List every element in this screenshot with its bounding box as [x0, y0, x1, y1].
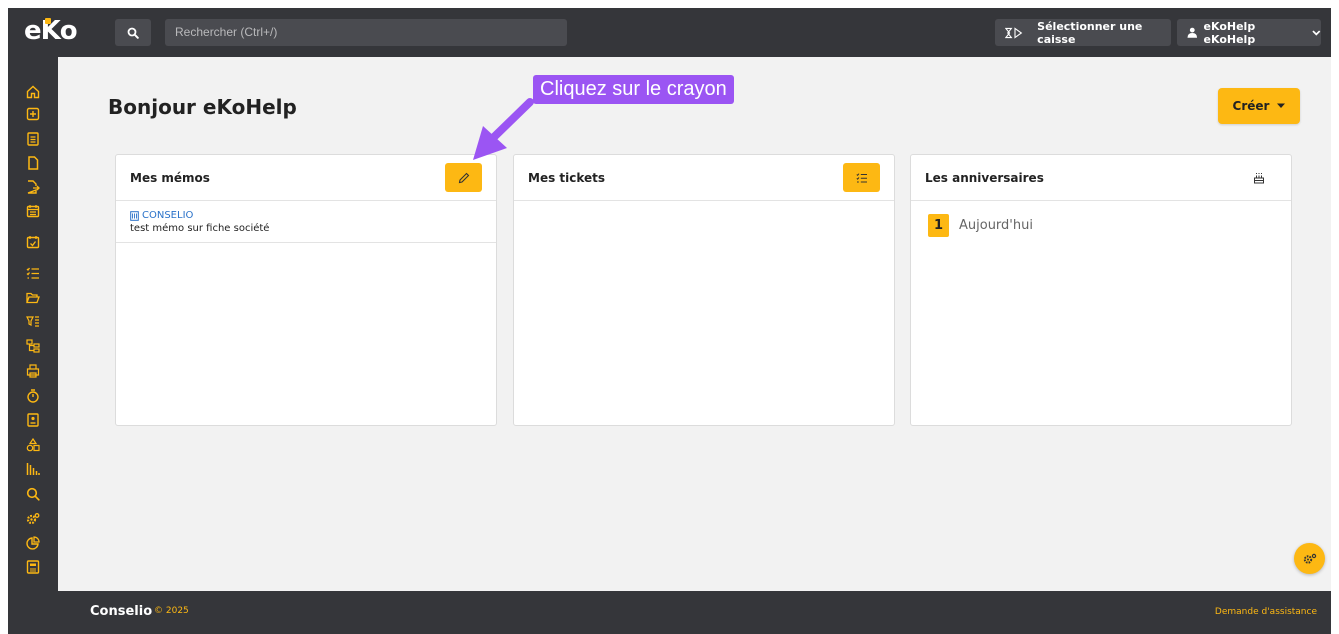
page-title: Bonjour eKoHelp [108, 95, 297, 119]
user-icon [1187, 27, 1198, 38]
birthdays-panel-header: Les anniversaires [911, 155, 1291, 201]
sidebar-item-filters[interactable] [25, 314, 41, 330]
callout-arrow-icon [473, 98, 534, 160]
calculator-icon [26, 560, 40, 574]
search-icon [26, 487, 40, 501]
sidebar-item-shapes[interactable] [25, 437, 41, 453]
tickets-panel: Mes tickets [513, 154, 895, 426]
app-window: eKo Rechercher (Ctrl+/) Sélectionner une… [8, 8, 1331, 634]
footer: Conselio © 2025 Demande d'assistance [58, 591, 1331, 634]
folder-open-icon [26, 292, 40, 304]
footer-brand: Conselio [90, 604, 153, 619]
sidebar-item-file[interactable] [25, 155, 41, 171]
sidebar-item-calendar[interactable] [25, 203, 41, 219]
sidebar-item-documents[interactable] [25, 131, 41, 147]
filter-list-icon [26, 316, 39, 327]
search-input[interactable]: Rechercher (Ctrl+/) [165, 19, 567, 46]
sidebar-item-tasks[interactable] [25, 265, 41, 281]
sidebar-item-settings[interactable] [25, 511, 41, 527]
birthday-cake-button[interactable] [1240, 163, 1277, 192]
tickets-list-button[interactable] [843, 163, 880, 192]
create-button-label: Créer [1232, 99, 1270, 113]
chevron-down-icon [1312, 30, 1321, 36]
tickets-panel-header: Mes tickets [514, 155, 894, 201]
file-export-icon [27, 180, 40, 194]
sidebar-item-search[interactable] [25, 486, 41, 502]
sidebar-item-calculator[interactable] [25, 559, 41, 575]
printer-icon [26, 364, 40, 378]
search-button[interactable] [115, 19, 151, 46]
birthday-today-label: Aujourd'hui [959, 218, 1033, 233]
building-icon [130, 210, 139, 221]
birthday-today-row[interactable]: 1 Aujourd'hui [928, 214, 1033, 237]
sidebar [8, 57, 58, 634]
birthday-cake-icon [1253, 172, 1264, 183]
sidebar-item-stats[interactable] [25, 461, 41, 477]
document-list-icon [27, 132, 39, 146]
sidebar-item-print[interactable] [25, 363, 41, 379]
sidebar-item-folders[interactable] [25, 290, 41, 306]
settings-gear-icon [26, 513, 40, 525]
footer-copyright: © 2025 [154, 606, 189, 616]
caret-down-icon [1277, 103, 1286, 108]
user-menu-button[interactable]: eKoHelp eKoHelp [1177, 19, 1321, 46]
memos-panel: Mes mémos CONSELIO test mémo sur fiche s… [115, 154, 497, 426]
tasks-list-icon [855, 172, 867, 182]
select-cash-register-label: Sélectionner une caisse [1037, 19, 1143, 46]
tickets-panel-title: Mes tickets [528, 171, 606, 185]
memo-company-label: CONSELIO [142, 210, 194, 221]
create-button[interactable]: Créer [1218, 88, 1300, 124]
birthdays-panel: Les anniversaires 1 Aujourd'hui [910, 154, 1292, 426]
tree-structure-icon [26, 339, 40, 353]
tasks-list-icon [26, 267, 39, 279]
calendar-icon [26, 205, 40, 218]
sidebar-item-timer[interactable] [25, 388, 41, 404]
shapes-icon [26, 438, 40, 452]
file-icon [28, 156, 39, 170]
pencil-icon [458, 172, 469, 183]
calendar-check-icon [26, 236, 40, 249]
top-bar: eKo Rechercher (Ctrl+/) Sélectionner une… [8, 8, 1331, 57]
stopwatch-icon [27, 389, 39, 403]
memos-panel-header: Mes mémos [116, 155, 496, 201]
birthday-count-badge: 1 [928, 214, 949, 237]
sidebar-item-planning[interactable] [25, 234, 41, 250]
pie-chart-icon [26, 536, 40, 550]
add-box-icon [26, 107, 40, 121]
eko-logo[interactable]: eKo [24, 16, 78, 46]
sidebar-item-export[interactable] [25, 179, 41, 195]
cash-register-icon [1005, 26, 1023, 39]
sidebar-item-add[interactable] [25, 106, 41, 122]
memos-panel-title: Mes mémos [130, 171, 210, 185]
birthdays-panel-title: Les anniversaires [925, 171, 1044, 185]
sidebar-item-contacts[interactable] [25, 412, 41, 428]
sidebar-item-home[interactable] [25, 84, 41, 100]
memo-company-link[interactable]: CONSELIO [130, 210, 482, 221]
search-icon [127, 27, 139, 39]
sidebar-item-reports[interactable] [25, 535, 41, 551]
settings-gear-icon [1303, 553, 1316, 564]
bar-chart-icon [26, 463, 40, 475]
memo-text: test mémo sur fiche société [130, 223, 270, 234]
sidebar-item-structure[interactable] [25, 338, 41, 354]
memo-item[interactable]: CONSELIO test mémo sur fiche société [116, 201, 496, 243]
settings-fab-button[interactable] [1294, 543, 1325, 574]
contact-card-icon [27, 413, 39, 427]
user-name-label: eKoHelp eKoHelp [1203, 19, 1256, 46]
home-icon [26, 85, 40, 99]
tutorial-callout: Cliquez sur le crayon [533, 75, 734, 104]
select-cash-register-button[interactable]: Sélectionner une caisse [995, 19, 1171, 46]
assistance-request-link[interactable]: Demande d'assistance [1215, 607, 1317, 617]
